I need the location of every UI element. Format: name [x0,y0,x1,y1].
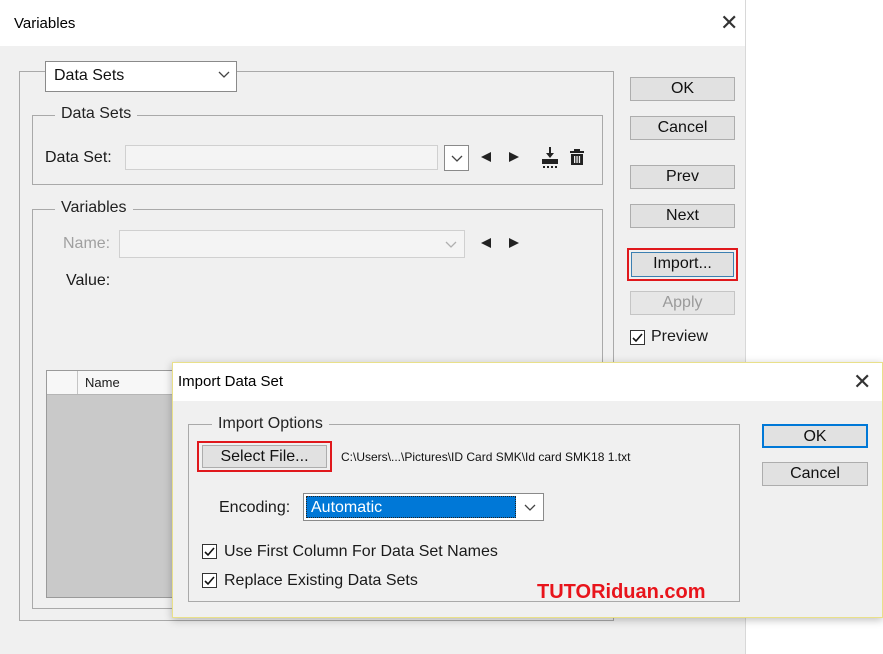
value-label: Value: [66,272,111,289]
replace-existing-label: Replace Existing Data Sets [224,572,418,589]
triangle-left-icon[interactable] [480,151,492,163]
variables-titlebar: Variables ✕ [0,0,745,46]
use-first-column-checkbox[interactable] [202,544,217,559]
chevron-down-icon [524,504,536,511]
chevron-down-icon [218,68,230,82]
checkmark-icon [632,333,643,343]
checkmark-icon [204,547,215,557]
mode-select-value: Data Sets [54,67,125,84]
mode-select[interactable]: Data Sets [45,61,237,92]
table-header-name[interactable]: Name [85,375,120,390]
triangle-left-icon[interactable] [480,237,492,249]
preview-checkbox[interactable] [630,330,645,345]
checkmark-icon [204,576,215,586]
resize-grip[interactable] [735,643,743,651]
import-button[interactable]: Import... [631,252,734,277]
data-sets-group-label: Data Sets [55,105,138,123]
close-icon[interactable]: ✕ [853,371,871,393]
import-options-label: Import Options [212,415,329,433]
name-select[interactable] [119,230,465,258]
close-icon[interactable]: ✕ [720,12,738,34]
file-path-text: C:\Users\...\Pictures\ID Card SMK\Id car… [341,450,631,464]
select-file-button[interactable]: Select File... [202,445,327,468]
encoding-select[interactable]: Automatic [303,493,544,521]
variables-table[interactable]: Name [46,370,174,598]
name-label: Name: [63,235,111,252]
trash-icon[interactable] [568,148,586,166]
import-cancel-button[interactable]: Cancel [762,462,868,486]
encoding-selected: Automatic [306,496,516,518]
data-set-dropdown-button[interactable] [444,145,469,171]
next-button[interactable]: Next [630,204,735,228]
variables-group-label: Variables [55,199,133,217]
encoding-label: Encoding: [219,499,291,516]
apply-button: Apply [630,291,735,315]
table-header: Name [47,371,173,395]
window-title: Variables [14,15,76,32]
import-icon[interactable] [540,145,564,169]
preview-label: Preview [651,328,708,345]
triangle-right-icon[interactable] [508,151,520,163]
replace-existing-checkbox[interactable] [202,573,217,588]
import-ok-button[interactable]: OK [762,424,868,448]
triangle-right-icon[interactable] [508,237,520,249]
ok-button[interactable]: OK [630,77,735,101]
import-data-set-dialog: Import Data Set ✕ Import Options Select … [172,362,883,618]
chevron-down-icon [451,155,463,162]
encoding-value: Automatic [311,499,383,516]
prev-button[interactable]: Prev [630,165,735,189]
import-titlebar: Import Data Set ✕ [173,363,882,401]
cancel-button[interactable]: Cancel [630,116,735,140]
watermark-text: TUTORiduan.com [537,581,706,603]
chevron-down-icon [445,241,457,248]
import-dialog-title: Import Data Set [178,373,284,390]
data-set-label: Data Set: [45,149,112,166]
table-header-corner [47,371,78,394]
data-set-field[interactable] [125,145,438,170]
use-first-column-label: Use First Column For Data Set Names [224,543,498,560]
